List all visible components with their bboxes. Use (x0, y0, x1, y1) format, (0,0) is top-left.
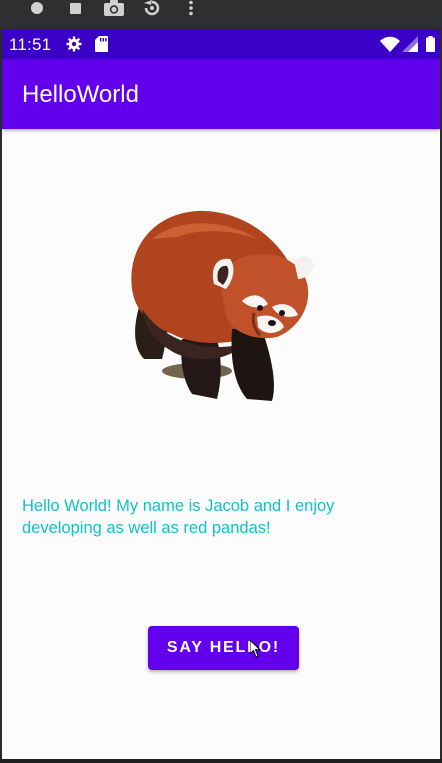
emulator-toolbar (0, 0, 442, 29)
status-time: 11:51 (9, 35, 52, 54)
red-panda-image (131, 210, 314, 401)
sd-card-icon (95, 36, 108, 52)
hello-message: Hello World! My name is Jacob and I enjo… (22, 497, 335, 537)
app-bar: HelloWorld (2, 59, 440, 129)
device-bottom-edge (0, 759, 442, 763)
say-hello-button[interactable]: SAY HELLO! (148, 626, 299, 670)
status-bar: 11:51 (2, 29, 440, 59)
device-screen: 11:51 HelloWorld Hello World! My name is… (2, 29, 440, 759)
more-vert-icon[interactable] (186, 0, 196, 16)
app-title: HelloWorld (22, 81, 139, 108)
battery-icon (426, 36, 435, 52)
wifi-icon (380, 36, 400, 52)
stop-square-icon[interactable] (68, 0, 82, 16)
record-dot-icon[interactable] (30, 0, 43, 16)
gear-icon (66, 36, 82, 52)
main-content: Hello World! My name is Jacob and I enjo… (2, 129, 440, 759)
camera-icon[interactable] (103, 0, 125, 16)
rotate-icon[interactable] (141, 0, 163, 16)
mouse-cursor-icon (250, 640, 262, 658)
signal-icon (402, 36, 418, 52)
